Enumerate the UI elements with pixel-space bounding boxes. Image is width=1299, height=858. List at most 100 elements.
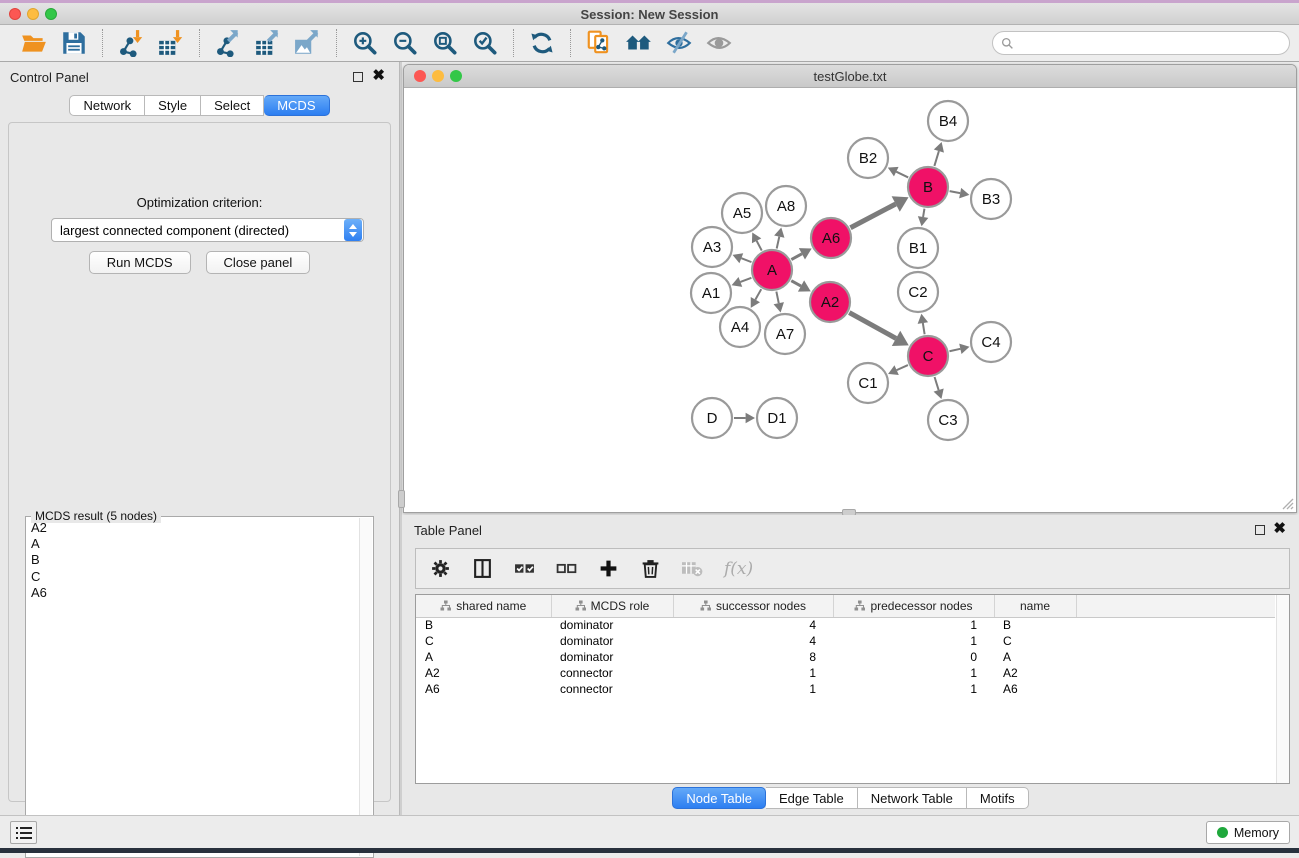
tab-edge-table[interactable]: Edge Table bbox=[766, 787, 858, 809]
graph-edge-D-D1[interactable] bbox=[734, 413, 755, 424]
search-input[interactable] bbox=[1014, 33, 1289, 53]
zoom-out-button[interactable] bbox=[385, 27, 425, 59]
graph-node-A2[interactable]: A2 bbox=[810, 282, 850, 322]
graph-node-C2[interactable]: C2 bbox=[898, 272, 938, 312]
scrollbar[interactable] bbox=[359, 518, 372, 856]
column-header-MCDS-role[interactable]: MCDS role bbox=[551, 595, 673, 617]
graph-edge-A-A3[interactable] bbox=[733, 253, 752, 263]
export-table-button[interactable] bbox=[248, 27, 288, 59]
tab-motifs[interactable]: Motifs bbox=[967, 787, 1029, 809]
zoom-in-button[interactable] bbox=[345, 27, 385, 59]
memory-button[interactable]: Memory bbox=[1206, 821, 1290, 844]
graph-node-A8[interactable]: A8 bbox=[766, 186, 806, 226]
graph-edge-C-C3[interactable] bbox=[934, 377, 944, 399]
column-header-predecessor-nodes[interactable]: predecessor nodes bbox=[833, 595, 994, 617]
close-panel-button[interactable]: Close panel bbox=[206, 251, 311, 274]
graph-node-C1[interactable]: C1 bbox=[848, 363, 888, 403]
graph-edge-A-A8[interactable] bbox=[774, 227, 784, 248]
column-header-shared-name[interactable]: shared name bbox=[416, 595, 551, 617]
refresh-layout-button[interactable] bbox=[522, 27, 562, 59]
table-row[interactable]: Bdominator41B bbox=[416, 617, 1275, 633]
delete-column-button[interactable] bbox=[640, 557, 661, 581]
table-row[interactable]: Cdominator41C bbox=[416, 633, 1275, 649]
graph-edge-A-A5[interactable] bbox=[752, 232, 762, 250]
graph-node-D[interactable]: D bbox=[692, 398, 732, 438]
first-neighbors-button[interactable] bbox=[619, 27, 659, 59]
zoom-fit-button[interactable] bbox=[425, 27, 465, 59]
graph-edge-A6-B[interactable] bbox=[850, 196, 908, 228]
graph-edge-B-B1[interactable] bbox=[918, 209, 928, 227]
tab-mcds[interactable]: MCDS bbox=[264, 95, 329, 116]
graph-edge-C-C1[interactable] bbox=[888, 365, 908, 375]
graph-node-A5[interactable]: A5 bbox=[722, 193, 762, 233]
tab-select[interactable]: Select bbox=[201, 95, 264, 116]
mcds-result-item[interactable]: B bbox=[27, 552, 358, 568]
tab-network-table[interactable]: Network Table bbox=[858, 787, 967, 809]
column-header-successor-nodes[interactable]: successor nodes bbox=[673, 595, 833, 617]
graph-edge-A-A2[interactable] bbox=[791, 280, 810, 291]
graph-node-B[interactable]: B bbox=[908, 167, 948, 207]
new-network-from-selection-button[interactable] bbox=[579, 27, 619, 59]
float-panel-icon[interactable] bbox=[1255, 525, 1265, 535]
graph-edge-C-C2[interactable] bbox=[918, 314, 928, 335]
graph-node-A6[interactable]: A6 bbox=[811, 218, 851, 258]
graph-node-A7[interactable]: A7 bbox=[765, 314, 805, 354]
graph-node-B4[interactable]: B4 bbox=[928, 101, 968, 141]
settings-gear-button[interactable] bbox=[430, 557, 451, 581]
close-panel-icon[interactable]: ✖ bbox=[1273, 520, 1286, 538]
mcds-result-item[interactable]: A2 bbox=[27, 520, 358, 536]
graph-node-A[interactable]: A bbox=[752, 250, 792, 290]
unselect-all-columns-button[interactable] bbox=[556, 557, 577, 581]
graph-edge-B-B3[interactable] bbox=[950, 188, 970, 198]
float-panel-icon[interactable] bbox=[353, 72, 363, 82]
graph-node-C3[interactable]: C3 bbox=[928, 400, 968, 440]
network-canvas[interactable]: B4 B2 B B3 A8A5 A6 A3 B1 A A1 C2 A2 A4A7 C4 C C1 C3 D D1 bbox=[404, 88, 1296, 512]
open-session-button[interactable] bbox=[14, 27, 54, 59]
graph-edge-A-A1[interactable] bbox=[732, 277, 752, 287]
resize-grip-icon[interactable] bbox=[1280, 496, 1294, 510]
import-network-button[interactable] bbox=[111, 27, 151, 59]
scrollbar[interactable] bbox=[1276, 595, 1289, 783]
export-image-button[interactable] bbox=[288, 27, 328, 59]
column-layout-button[interactable] bbox=[472, 557, 493, 581]
graph-node-A4[interactable]: A4 bbox=[720, 307, 760, 347]
task-history-button[interactable] bbox=[10, 821, 37, 844]
table-row[interactable]: A6connector11A6 bbox=[416, 681, 1275, 697]
graph-node-B3[interactable]: B3 bbox=[971, 179, 1011, 219]
close-panel-icon[interactable]: ✖ bbox=[372, 67, 385, 85]
table-row[interactable]: A2connector11A2 bbox=[416, 665, 1275, 681]
save-session-button[interactable] bbox=[54, 27, 94, 59]
graph-edge-B-B4[interactable] bbox=[934, 142, 944, 166]
search-field[interactable] bbox=[992, 31, 1290, 55]
graph-edge-B-B2[interactable] bbox=[888, 167, 908, 178]
table-row[interactable]: Adominator80A bbox=[416, 649, 1275, 665]
mcds-result-item[interactable]: A bbox=[27, 536, 358, 552]
mcds-result-item[interactable]: C bbox=[27, 569, 358, 585]
graph-node-B2[interactable]: B2 bbox=[848, 138, 888, 178]
graph-edge-A-A4[interactable] bbox=[751, 289, 761, 308]
criterion-dropdown[interactable]: largest connected component (directed) bbox=[51, 218, 364, 242]
graph-node-A1[interactable]: A1 bbox=[691, 273, 731, 313]
hide-selected-button[interactable] bbox=[659, 27, 699, 59]
graph-edge-C-C4[interactable] bbox=[949, 344, 969, 354]
zoom-selected-button[interactable] bbox=[465, 27, 505, 59]
graph-node-D1[interactable]: D1 bbox=[757, 398, 797, 438]
split-divider-handle[interactable] bbox=[398, 490, 405, 508]
graph-node-C4[interactable]: C4 bbox=[971, 322, 1011, 362]
graph-node-B1[interactable]: B1 bbox=[898, 228, 938, 268]
column-header-name[interactable]: name bbox=[994, 595, 1076, 617]
graph-node-A3[interactable]: A3 bbox=[692, 227, 732, 267]
show-all-button[interactable] bbox=[699, 27, 739, 59]
graph-edge-A-A7[interactable] bbox=[774, 292, 784, 313]
export-network-button[interactable] bbox=[208, 27, 248, 59]
tab-network[interactable]: Network bbox=[69, 95, 145, 116]
add-column-button[interactable] bbox=[598, 557, 619, 581]
graph-edge-A-A6[interactable] bbox=[791, 248, 811, 259]
import-table-button[interactable] bbox=[151, 27, 191, 59]
tab-style[interactable]: Style bbox=[145, 95, 201, 116]
tab-node-table[interactable]: Node Table bbox=[672, 787, 766, 809]
select-all-columns-button[interactable] bbox=[514, 557, 535, 581]
run-mcds-button[interactable]: Run MCDS bbox=[89, 251, 191, 274]
graph-node-C[interactable]: C bbox=[908, 336, 948, 376]
graph-edge-A2-C[interactable] bbox=[849, 313, 908, 346]
